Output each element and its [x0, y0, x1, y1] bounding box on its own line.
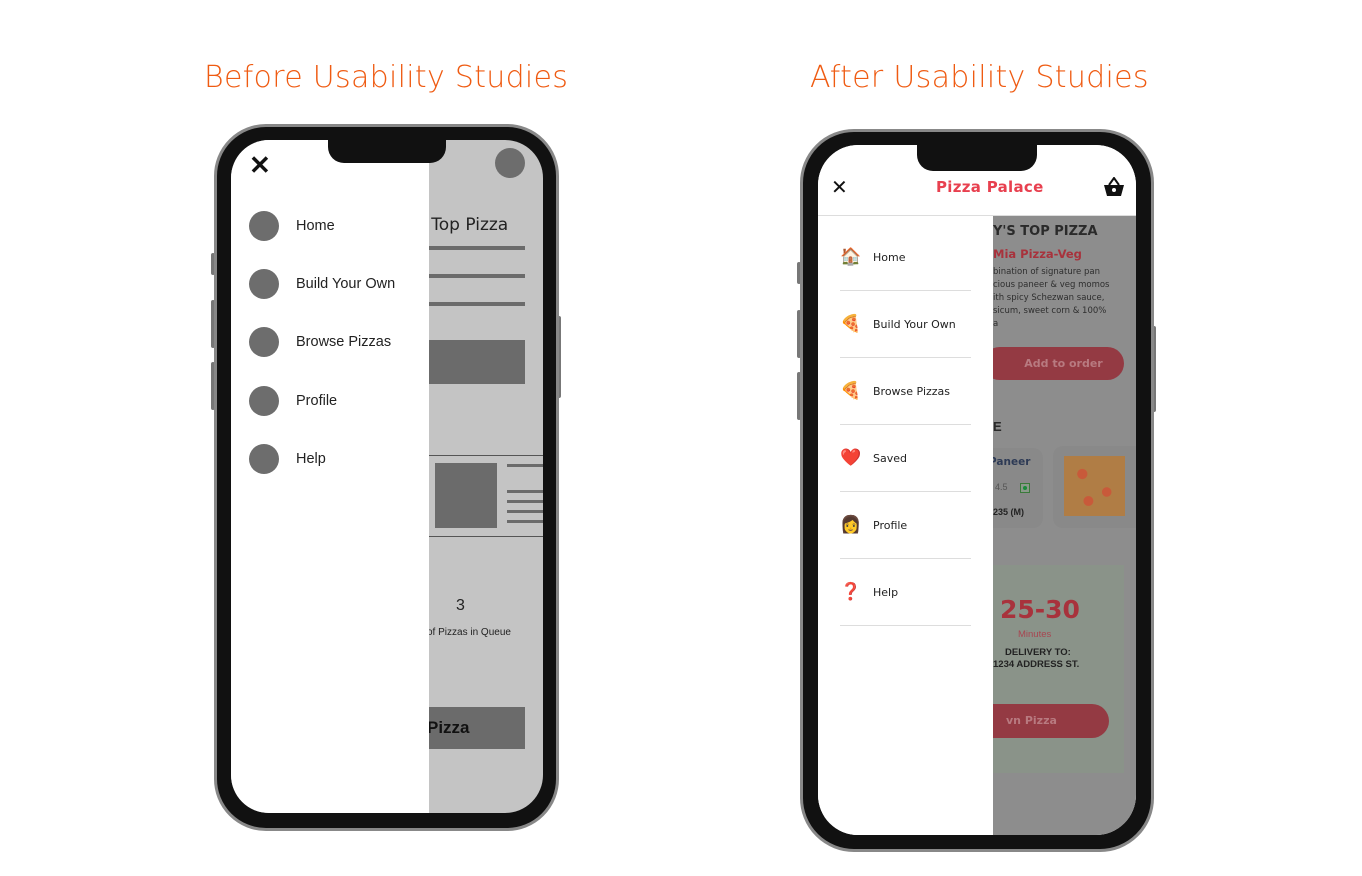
pizza-card[interactable] [421, 455, 543, 537]
pizza-card[interactable] [1053, 446, 1136, 528]
pizza-image [1064, 456, 1125, 516]
delivery-panel: 25-30 Minutes DELIVERY TO: 1234 ADDRESS … [993, 565, 1124, 773]
section-heading: E [993, 419, 1002, 434]
add-to-order-button[interactable]: Add to order [993, 347, 1124, 380]
menu-item-saved[interactable]: ❤️ Saved [840, 425, 971, 492]
before-title: Before Usability Studies [204, 60, 569, 95]
avatar[interactable] [495, 148, 525, 178]
placeholder-icon [249, 327, 279, 357]
menu-item-home[interactable]: Home [249, 211, 335, 241]
pizza-description: bination of signature pan cious paneer & … [993, 267, 1110, 329]
menu-item-build-your-own[interactable]: 🍕 Build Your Own [840, 291, 971, 358]
screen-after: ✕ Pizza Palace Y'S TOP PIZZA Mia Pizza-V… [818, 145, 1136, 835]
queue-count: 3 [456, 597, 465, 614]
menu-item-browse-pizzas[interactable]: 🍕 Browse Pizzas [840, 358, 971, 425]
top-pizza-heading: s Top Pizza [417, 215, 509, 235]
person-icon: 👩 [840, 515, 862, 534]
placeholder-icon [249, 211, 279, 241]
queue-label: of Pizzas in Queue [427, 627, 511, 638]
menu-item-profile[interactable]: 👩 Profile [840, 492, 971, 559]
close-icon[interactable]: ✕ [249, 150, 271, 181]
nav-drawer: 🏠 Home 🍕 Build Your Own 🍕 Browse Pizzas ❤️ S… [818, 216, 993, 835]
menu-item-build-your-own[interactable]: Build Your Own [249, 269, 395, 299]
notch [917, 145, 1037, 171]
pizza-name: Mia Pizza-Veg [993, 247, 1082, 261]
pizza-card[interactable]: Paneer 4.5 235 (M) [993, 448, 1043, 528]
menu-item-home[interactable]: 🏠 Home [840, 224, 971, 291]
nav-drawer: ✕ Home Build Your Own Browse Pizzas Prof… [231, 140, 429, 813]
placeholder-icon [249, 444, 279, 474]
order-button[interactable]: r [421, 340, 525, 384]
close-icon[interactable]: ✕ [831, 175, 848, 200]
screen-before: s Top Pizza r 3 of Pizzas in Queue Pizza… [231, 140, 543, 813]
menu-item-help[interactable]: Help [249, 444, 326, 474]
build-pizza-button[interactable]: Pizza [421, 707, 525, 749]
build-pizza-button[interactable]: vn Pizza [993, 704, 1109, 738]
house-icon: 🏠 [840, 247, 862, 266]
pizza-icon: 🍕 [840, 381, 862, 400]
top-pizza-heading: Y'S TOP PIZZA [993, 224, 1098, 239]
menu-item-help[interactable]: ❓ Help [840, 559, 971, 626]
basket-icon[interactable] [1103, 177, 1125, 197]
notch [328, 140, 446, 163]
after-title: After Usability Studies [810, 60, 1149, 95]
veg-icon [1020, 483, 1030, 493]
placeholder-icon [249, 269, 279, 299]
help-icon: ❓ [840, 582, 862, 601]
pizza-slice-icon: 🍕 [840, 314, 862, 333]
heart-icon: ❤️ [840, 448, 862, 467]
placeholder-icon [249, 386, 279, 416]
app-logo: Pizza Palace [936, 178, 1044, 196]
menu-item-browse-pizzas[interactable]: Browse Pizzas [249, 327, 391, 357]
menu-item-profile[interactable]: Profile [249, 386, 337, 416]
home-content-dimmed: Y'S TOP PIZZA Mia Pizza-Veg bination of … [993, 216, 1136, 835]
